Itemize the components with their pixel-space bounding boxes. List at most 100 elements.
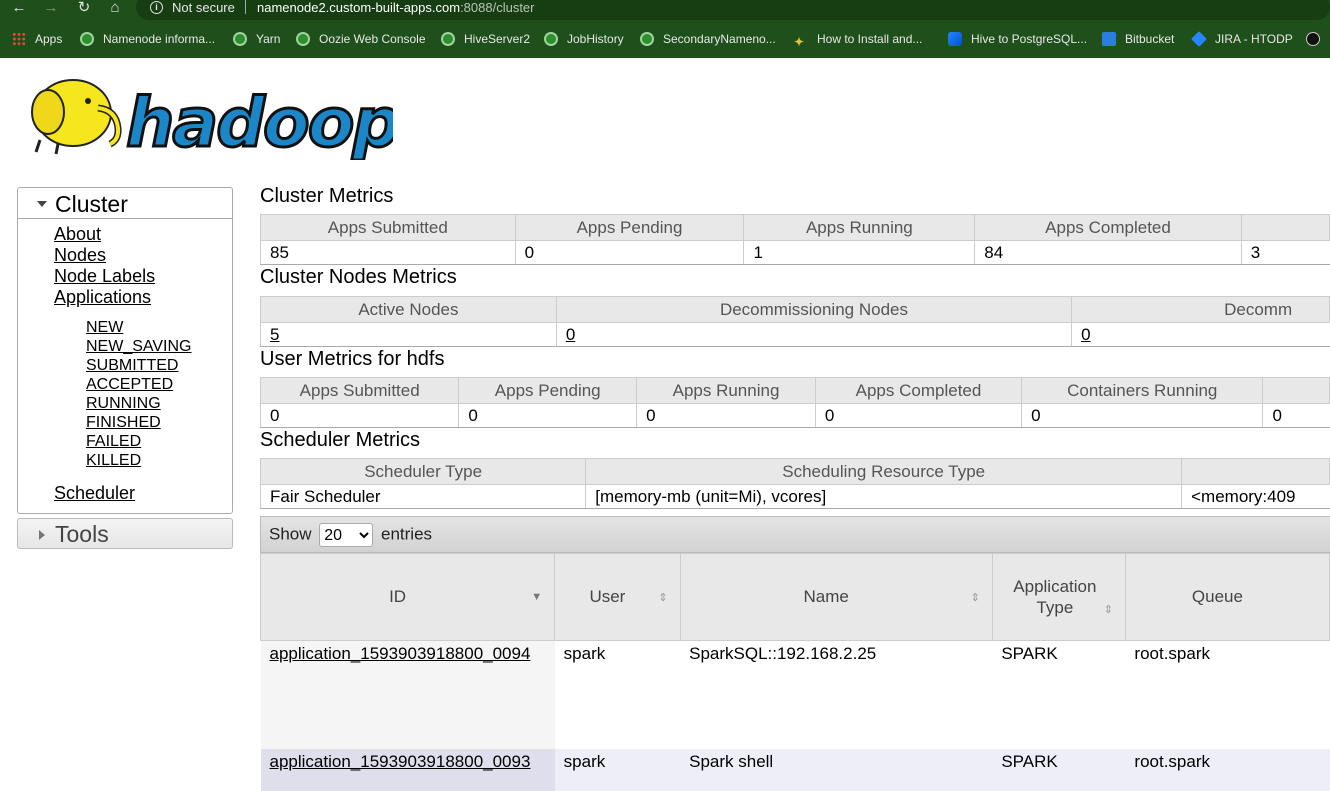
column-header: Decommissioning Nodes [555,296,1073,323]
bookmark-label: Bitbucket [1125,32,1175,46]
nav-link-state-running[interactable]: RUNNING [86,394,232,413]
nav-link-nodes[interactable]: Nodes [54,245,232,266]
bookmark-jobhistory[interactable]: JobHistory [544,31,624,49]
metric-value: 0 [259,403,459,428]
header-label: ID [389,587,407,606]
column-header: Apps Pending [458,377,638,404]
bookmark-overflow[interactable] [1306,31,1329,49]
info-icon[interactable]: i [150,1,163,14]
nav-link-state-new-saving[interactable]: NEW_SAVING [86,337,232,356]
application-id-link[interactable]: application_1593903918800_0093 [270,752,531,771]
nav-link-state-finished[interactable]: FINISHED [86,413,232,432]
bookmark-jira[interactable]: JIRA - HTODP [1191,31,1293,49]
active-nodes-link[interactable]: 5 [270,325,279,344]
header-label: Application Type [1013,577,1097,617]
column-header: Apps Completed [814,377,1023,404]
metric-value: Fair Scheduler [259,484,586,509]
metric-value: 0 [814,403,1022,428]
globe-icon [80,32,94,46]
entries-select[interactable]: 20 [319,523,374,547]
column-header: Apps Completed [974,214,1242,241]
column-header-queue[interactable]: Queue⇕ [1124,553,1330,641]
column-header-application-type[interactable]: Application Type ⇕ [991,553,1126,641]
bookmark-apps[interactable]: Apps [12,31,62,49]
column-header [1181,458,1330,485]
bookmark-namenode[interactable]: Namenode informa... [80,31,215,49]
forward-arrow-icon[interactable]: → [40,0,62,18]
triangle-right-icon [39,530,45,540]
nav-link-state-new[interactable]: NEW [86,318,232,337]
scheduler-metrics-table: Scheduler Type Scheduling Resource Type … [259,458,1330,509]
column-header [1262,377,1330,404]
bookmark-secondary-namenode[interactable]: SecondaryNameno... [640,31,776,49]
bookmark-yarn[interactable]: Yarn [233,31,280,49]
bookmark-label: Namenode informa... [103,32,216,46]
hadoop-logo: hadoop [31,79,393,160]
bookmark-label: Apps [35,32,63,46]
bookmark-bitbucket[interactable]: Bitbucket [1102,31,1174,49]
header-label: User [589,587,626,606]
bookmark-hive-postgres[interactable]: Hive to PostgreSQL... [948,31,1087,49]
nav-link-state-failed[interactable]: FAILED [86,432,232,451]
cluster-nav-panel: Cluster About Nodes Node Labels Applicat… [17,187,233,514]
metric-value: 1 [743,240,975,265]
column-header: Apps Submitted [259,377,460,404]
bookmark-label: Hive to PostgreSQL... [971,32,1088,46]
metric-value: 0 [636,403,816,428]
tools-nav-panel[interactable]: Tools [17,518,233,549]
url-text[interactable]: namenode2.custom-built-apps.com:8088/clu… [257,0,535,15]
column-header: Apps Submitted [260,214,516,241]
logo-text: hadoop [126,84,393,160]
bookmark-label: HiveServer2 [464,32,531,46]
nav-link-about[interactable]: About [54,224,232,245]
bookmark-label: JIRA - HTODP [1215,32,1293,46]
cluster-header[interactable]: Cluster [18,188,232,219]
type-cell: SPARK [992,748,1126,791]
column-header-name[interactable]: Name ⇕ [679,553,993,641]
metric-cell: 5 [260,322,557,347]
application-id-link[interactable]: application_1593903918800_0094 [270,644,531,663]
user-metrics-table: Apps Submitted Apps Pending Apps Running… [259,377,1330,428]
globe-icon [296,32,310,46]
bookmark-label: How to Install and... [817,32,923,46]
nav-link-state-accepted[interactable]: ACCEPTED [86,375,232,394]
bitbucket-icon [1102,32,1116,46]
entries-label: entries [381,524,433,544]
security-status[interactable]: Not secure [172,0,235,15]
node-metrics-table: Active Nodes Decommissioning Nodes Decom… [260,296,1330,347]
sql-icon: ✦ [794,35,805,49]
reload-icon[interactable]: ↻ [73,0,95,18]
column-header: Decomm [1071,296,1330,323]
user-cell: spark [554,640,681,749]
table-row: application_1593903918800_0093 spark Spa… [260,748,1330,791]
globe-icon [640,32,654,46]
name-cell: Spark shell [680,748,993,791]
header-label: Queue [1191,587,1243,606]
decommissioning-nodes-link[interactable]: 0 [566,325,575,344]
node-metrics-title: Cluster Nodes Metrics [260,266,457,288]
bookmark-oozie[interactable]: Oozie Web Console [296,31,426,49]
github-icon [1306,32,1320,46]
metric-value: 0 [1021,403,1263,428]
nav-link-state-killed[interactable]: KILLED [86,451,232,470]
column-header-id[interactable]: ID ▼ [259,553,556,641]
nav-link-state-submitted[interactable]: SUBMITTED [86,356,232,375]
bookmark-label: SecondaryNameno... [663,32,776,46]
browser-toolbar: ← → ↻ ⌂ i Not secure namenode2.custom-bu… [0,0,1330,22]
bookmark-label: Oozie Web Console [319,32,426,46]
nav-link-node-labels[interactable]: Node Labels [54,266,232,287]
back-arrow-icon[interactable]: ← [8,0,30,18]
nav-link-applications[interactable]: Applications [54,287,232,308]
column-header-user[interactable]: User ⇕ [554,553,681,641]
decommissioned-nodes-link[interactable]: 0 [1081,325,1090,344]
home-icon[interactable]: ⌂ [104,0,126,18]
bookmark-how-to-install[interactable]: ✦ How to Install and... [794,31,922,49]
metric-cell: 0 [555,322,1072,347]
bookmarks-bar: Apps Namenode informa... Yarn Oozie Web … [0,22,1330,58]
bookmark-hiveserver2[interactable]: HiveServer2 [441,31,530,49]
applications-table: ID ▼ User ⇕ Name ⇕ Application Type ⇕ Queue⇕… [259,553,1330,791]
globe-icon [544,32,558,46]
id-cell: application_1593903918800_0094 [260,640,555,749]
metric-value: 3 [1240,240,1330,265]
nav-link-scheduler[interactable]: Scheduler [54,483,232,504]
